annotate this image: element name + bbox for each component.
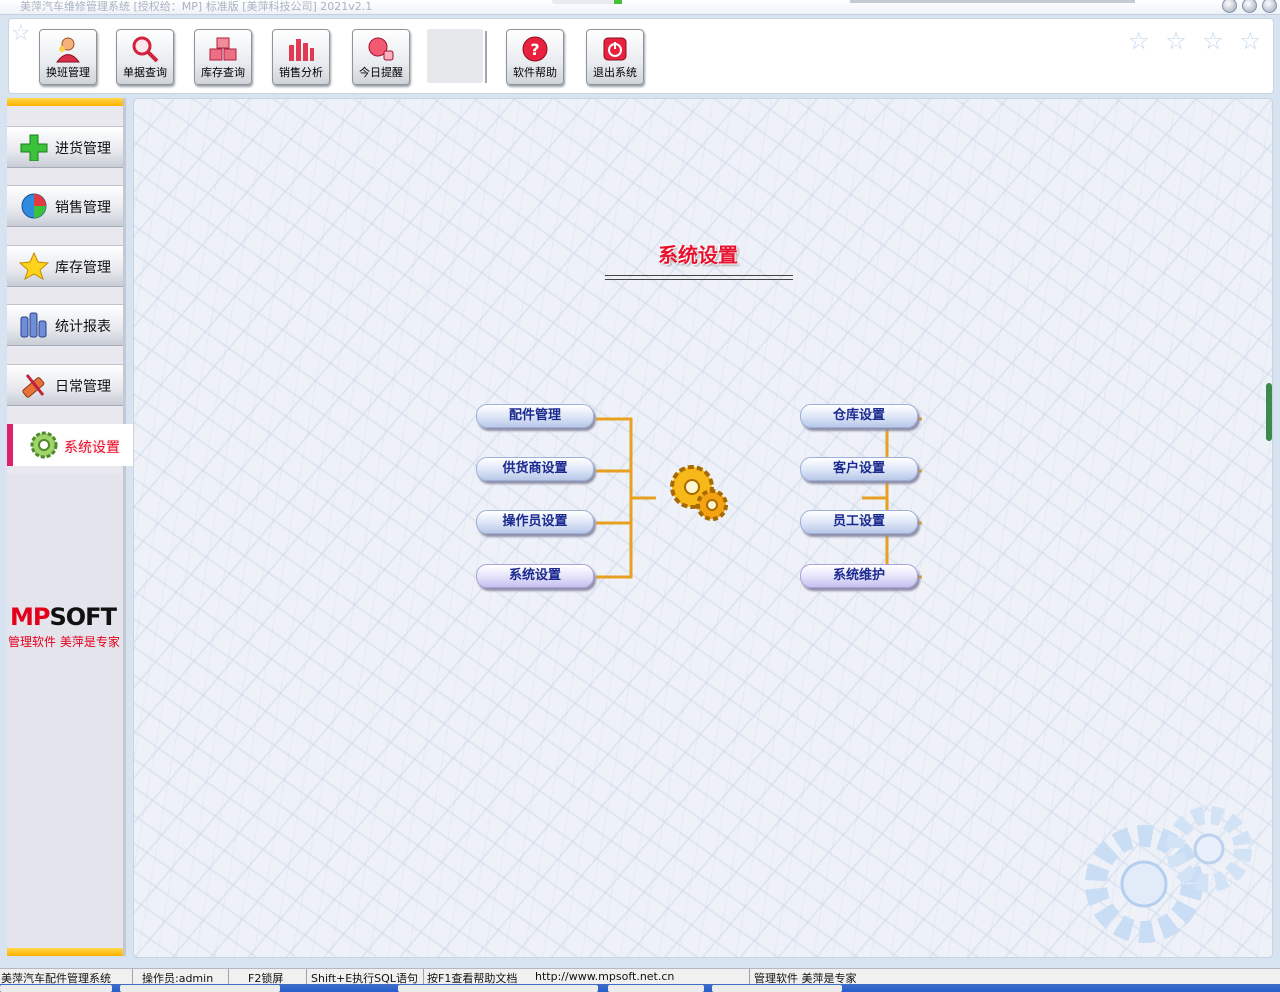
bar-chart-icon — [289, 39, 314, 61]
sidebar-item-label: 销售管理 — [55, 200, 111, 216]
sidebar-item-daily[interactable]: 日常管理 — [7, 364, 123, 406]
status-url[interactable]: http://www.mpsoft.net.cn — [535, 970, 674, 983]
main-toolbar: ☆ ☆ ☆ ☆ ☆ 换班管理 单据查询 库存查询 销售分析 今日提醒 ? 软件帮… — [8, 18, 1274, 94]
sales-analysis-button[interactable]: 销售分析 — [272, 29, 330, 85]
supplier-settings-button[interactable]: 供货商设置 — [476, 457, 594, 481]
sidebar-item-label: 库存管理 — [55, 260, 111, 276]
exit-system-button[interactable]: 退出系统 — [586, 29, 644, 85]
gear-icon — [30, 431, 58, 459]
boxes-icon — [209, 37, 237, 61]
sidebar-item-inventory[interactable]: 库存管理 — [7, 245, 123, 287]
system-maintenance-button[interactable]: 系统维护 — [800, 564, 918, 588]
gears-icon — [670, 465, 728, 521]
title-bar: 美萍汽车维修管理系统 [授权给：MP] 标准版 [美萍科技公司] 2021v2.… — [0, 0, 1280, 15]
document-query-button[interactable]: 单据查询 — [116, 29, 174, 85]
today-reminder-button[interactable]: 今日提醒 — [352, 29, 410, 85]
page-title: 系统设置 — [658, 243, 738, 267]
power-icon — [603, 37, 627, 61]
shift-management-button[interactable]: 换班管理 — [39, 29, 97, 85]
parts-management-button[interactable]: 配件管理 — [476, 404, 594, 428]
help-icon: ? — [522, 36, 548, 62]
gears-decoration-icon — [1085, 806, 1252, 943]
status-bar: 美萍汽车配件管理系统 操作员:admin F2锁屏 Shift+E执行SQL语句… — [0, 968, 1280, 985]
maximize-icon[interactable] — [1242, 0, 1257, 13]
sidebar-item-label: 日常管理 — [55, 379, 111, 395]
logo-soft: SOFT — [49, 603, 116, 631]
tools-icon — [22, 374, 45, 398]
sidebar-item-label: 进货管理 — [55, 141, 111, 157]
toolbar-separator — [485, 31, 487, 83]
scrollbar-thumb[interactable] — [1266, 383, 1272, 441]
title-underline — [605, 275, 793, 280]
software-help-button[interactable]: ? 软件帮助 — [506, 29, 564, 85]
mpsoft-logo: MPSOFT — [10, 603, 117, 631]
magnifier-icon — [132, 36, 159, 63]
shift-user-icon — [56, 37, 80, 63]
main-panel: 系统设置 配件管理 供货商设置 操作员设置 系统设置 仓库设置 客户设置 员工设… — [133, 98, 1273, 958]
sidebar-item-system-settings[interactable]: 系统设置 — [7, 424, 136, 466]
os-taskbar — [0, 984, 1280, 992]
today-reminder-label: 今日提醒 — [359, 66, 403, 79]
sidebar-item-purchase[interactable]: 进货管理 — [7, 126, 123, 168]
minimize-icon[interactable] — [1222, 0, 1237, 13]
bell-icon — [368, 37, 394, 61]
system-settings-button[interactable]: 系统设置 — [476, 564, 594, 588]
connector-lines — [596, 417, 922, 579]
logo-mp: MP — [10, 603, 50, 631]
stars-decoration-icon: ☆ ☆ ☆ ☆ — [1128, 27, 1265, 55]
pie-icon — [21, 193, 47, 219]
shift-management-label: 换班管理 — [46, 66, 90, 79]
sidebar-bottom-accent — [7, 948, 123, 956]
document-query-label: 单据查询 — [123, 66, 167, 79]
svg-text:?: ? — [530, 40, 539, 59]
sidebar-selected-label: 系统设置 — [64, 440, 120, 456]
title-divider — [850, 0, 1135, 3]
window-title: 美萍汽车维修管理系统 [授权给：MP] 标准版 [美萍科技公司] 2021v2.… — [20, 0, 373, 13]
operator-settings-button[interactable]: 操作员设置 — [476, 510, 594, 534]
sidebar-item-reports[interactable]: 统计报表 — [7, 304, 123, 346]
star-decoration-icon: ☆ — [11, 21, 31, 46]
sidebar-top-accent — [7, 98, 123, 106]
star-icon — [19, 252, 49, 280]
plus-icon — [20, 134, 48, 161]
sidebar-item-sales[interactable]: 销售管理 — [7, 185, 123, 227]
sidebar-lower-panel — [7, 474, 123, 948]
warehouse-settings-button[interactable]: 仓库设置 — [800, 404, 918, 428]
sales-analysis-label: 销售分析 — [279, 66, 323, 79]
sidebar-item-label: 统计报表 — [55, 319, 111, 335]
exit-system-label: 退出系统 — [593, 66, 637, 79]
report-icon — [20, 312, 47, 338]
software-help-label: 软件帮助 — [513, 66, 557, 79]
inventory-query-button[interactable]: 库存查询 — [194, 29, 252, 85]
employee-settings-button[interactable]: 员工设置 — [800, 510, 918, 534]
close-icon[interactable] — [1262, 0, 1277, 13]
brand-slogan: 管理软件 美萍是专家 — [8, 635, 120, 649]
empty-toolbar-slot — [427, 29, 483, 83]
inventory-query-label: 库存查询 — [201, 66, 245, 79]
customer-settings-button[interactable]: 客户设置 — [800, 457, 918, 481]
progress-indicator — [552, 0, 622, 4]
